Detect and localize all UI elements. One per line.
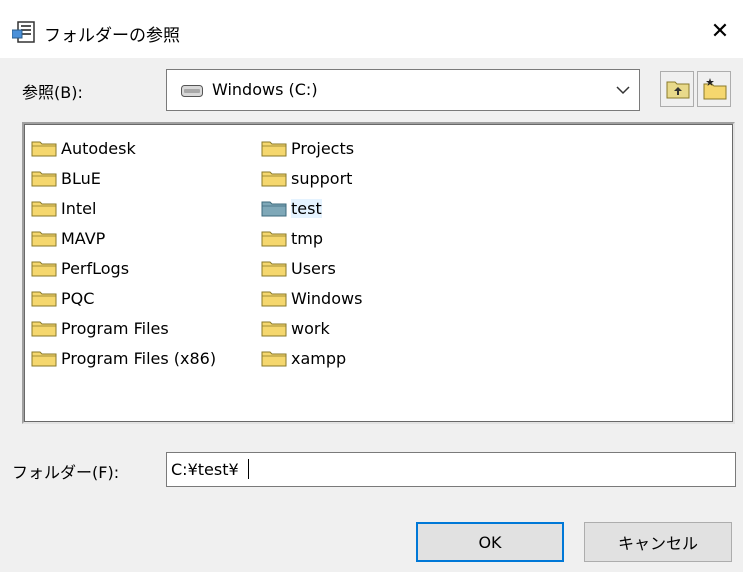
folder-item[interactable]: PerfLogs <box>31 253 216 283</box>
folder-item[interactable]: BLuE <box>31 163 216 193</box>
folder-icon <box>31 261 57 276</box>
look-in-dropdown[interactable]: Windows (C:) <box>166 69 640 111</box>
folder-item-label: Users <box>291 258 336 278</box>
folder-item-label: Projects <box>291 138 355 158</box>
up-folder-icon <box>666 81 690 99</box>
folder-item[interactable]: Intel <box>31 193 216 223</box>
folder-item-label: PQC <box>61 288 95 308</box>
folder-item[interactable]: PQC <box>31 283 216 313</box>
folder-icon <box>261 291 287 306</box>
folder-icon <box>261 231 287 246</box>
ok-button[interactable]: OK <box>416 522 564 562</box>
close-button[interactable]: ✕ <box>697 8 743 54</box>
folder-icon <box>31 321 57 336</box>
folder-item[interactable]: Users <box>261 253 362 283</box>
folder-icon <box>261 201 287 216</box>
folder-item-label: Autodesk <box>61 138 136 158</box>
folder-browse-icon <box>12 21 35 43</box>
folder-icon <box>31 291 57 306</box>
folder-item-label: BLuE <box>61 168 101 188</box>
text-caret <box>248 459 249 479</box>
cancel-button[interactable]: キャンセル <box>584 522 732 562</box>
folder-path-input[interactable] <box>166 452 736 487</box>
folder-item-label: work <box>291 318 330 338</box>
folder-item-label: MAVP <box>61 228 106 248</box>
folder-list[interactable]: Autodesk BLuE Intel MAVP PerfLogs PQC Program … <box>22 122 735 424</box>
folder-item-label: xampp <box>291 348 347 368</box>
folder-item-label: support <box>291 168 353 188</box>
folder-item[interactable]: Projects <box>261 133 362 163</box>
folder-icon <box>31 351 57 366</box>
folder-item[interactable]: Program Files (x86) <box>31 343 216 373</box>
folder-list-frame: Autodesk BLuE Intel MAVP PerfLogs PQC Program … <box>24 124 733 422</box>
folder-item[interactable]: work <box>261 313 362 343</box>
folder-item[interactable]: xampp <box>261 343 362 373</box>
folder-icon <box>31 141 57 156</box>
folder-item[interactable]: Program Files <box>31 313 216 343</box>
folder-item-label: Program Files <box>61 318 169 338</box>
folder-column-1: Autodesk BLuE Intel MAVP PerfLogs PQC Program … <box>31 133 216 373</box>
folder-item[interactable]: Windows <box>261 283 362 313</box>
folder-item[interactable]: MAVP <box>31 223 216 253</box>
folder-icon <box>31 171 57 186</box>
window-title: フォルダーの参照 <box>44 26 180 46</box>
chevron-down-icon <box>616 86 630 95</box>
folder-icon <box>261 351 287 366</box>
folder-item-label: PerfLogs <box>61 258 130 278</box>
folder-item[interactable]: support <box>261 163 362 193</box>
folder-icon <box>261 171 287 186</box>
up-one-level-button[interactable] <box>660 71 694 107</box>
folder-icon <box>261 321 287 336</box>
folder-item[interactable]: Autodesk <box>31 133 216 163</box>
folder-field-label: フォルダー(F): <box>12 463 120 482</box>
folder-column-2: Projects support test tmp Users Windows work xa… <box>261 133 362 373</box>
folder-item[interactable]: tmp <box>261 223 362 253</box>
folder-item-label: Windows <box>291 288 363 308</box>
title-bar: フォルダーの参照 ✕ <box>0 0 743 58</box>
close-icon: ✕ <box>710 18 730 44</box>
folder-item-label: tmp <box>291 228 324 248</box>
drive-icon <box>181 85 203 97</box>
folder-icon <box>31 231 57 246</box>
folder-icon <box>261 141 287 156</box>
folder-item-label: test <box>291 198 322 218</box>
new-folder-icon <box>703 78 727 100</box>
new-folder-button[interactable] <box>697 71 731 107</box>
folder-item[interactable]: test <box>261 193 362 223</box>
look-in-label: 参照(B): <box>22 83 83 102</box>
folder-item-label: Program Files (x86) <box>61 348 217 368</box>
folder-icon <box>31 201 57 216</box>
folder-icon <box>261 261 287 276</box>
folder-item-label: Intel <box>61 198 97 218</box>
look-in-value: Windows (C:) <box>212 80 318 99</box>
